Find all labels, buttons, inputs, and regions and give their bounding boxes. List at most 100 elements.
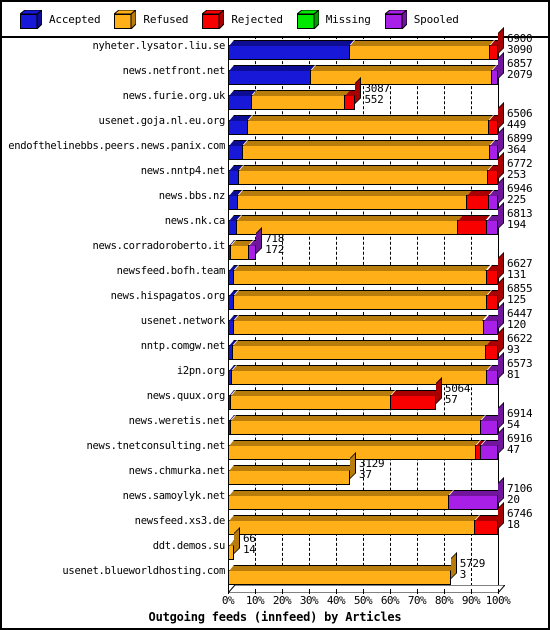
chart-row: nntp.comgw.net 6622 93: [2, 327, 548, 361]
legend-label: Missing: [325, 12, 371, 26]
stacked-bar: [228, 177, 504, 210]
bar-segment-top: [231, 390, 396, 396]
chart-row: news.nntp4.net 6772 253: [2, 152, 548, 186]
stacked-bar: [228, 127, 504, 160]
value-labels: 6900 3090: [507, 33, 533, 55]
bar-end-cap: [498, 177, 504, 204]
value-secondary: 2079: [507, 68, 533, 81]
bar-segment-top: [229, 565, 455, 571]
chart-row: news.furie.org.uk 3087 552: [2, 77, 548, 111]
chart-row: news.hispagatos.org 6855 125: [2, 277, 548, 311]
spooled-swatch-icon: [383, 8, 409, 30]
x-tick-mark: [255, 589, 256, 594]
value-labels: 66 14: [243, 533, 256, 555]
x-tick-mark: [471, 589, 472, 594]
chart-page: Accepted Refused Rejected Missing Spooled ny…: [0, 0, 550, 630]
chart-row: news.netfront.net 6857 2079: [2, 52, 548, 86]
category-label: nyheter.lysator.liu.se: [92, 40, 226, 52]
stacked-bar: [228, 477, 504, 510]
bar-segment-top: [234, 265, 491, 271]
bar-segment-top: [238, 165, 492, 171]
bar-segment-refused: [228, 465, 355, 485]
category-label: news.chmurka.net: [128, 465, 226, 477]
stacked-bar: [228, 327, 504, 360]
floor-polygon: [228, 585, 505, 593]
value-labels: 6447 120: [507, 308, 533, 331]
bar-segment-top: [233, 290, 492, 296]
bar-segment-top: [449, 490, 503, 496]
value-secondary: 449: [507, 118, 526, 131]
x-tick-label: 0%: [221, 594, 235, 607]
category-label: news.quux.org: [146, 390, 226, 402]
bar-segment-top: [232, 365, 491, 371]
bar-segment-rejected: [473, 515, 503, 535]
bar-segment-refused: [228, 565, 455, 585]
x-tick-label: 20%: [272, 594, 292, 607]
bar-end-cap: [498, 502, 504, 529]
value-secondary: 120: [507, 318, 526, 331]
category-label: news.nntp4.net: [140, 165, 226, 177]
x-tick-mark: [417, 589, 418, 594]
legend-label: Accepted: [49, 12, 101, 26]
bar-segment-top: [229, 40, 354, 46]
legend-label: Spooled: [413, 12, 459, 26]
category-label: news.bbs.nz: [158, 190, 226, 202]
bar-segment-refused: [242, 140, 495, 160]
bar-end-cap: [450, 552, 457, 579]
x-axis-ticks: 0% 10% 20% 30% 40% 50% 60% 70% 80% 90% 100%: [2, 589, 548, 610]
bar-segment-spooled: [485, 215, 503, 235]
bar-end-cap: [498, 52, 504, 79]
bar-rows: nyheter.lysator.liu.se 6900 3090 news.netfr…: [2, 27, 548, 586]
legend-item-missing: Missing: [295, 8, 371, 30]
bar-segment-spooled: [485, 365, 503, 385]
bar-segment-top: [247, 115, 494, 121]
bar-end-cap: [498, 102, 504, 129]
bar-end-cap: [435, 377, 442, 404]
chart-row: usenet.goja.nl.eu.org 6506 449: [2, 102, 548, 136]
bar-segment-rejected: [344, 90, 360, 110]
bar-segment-top: [310, 65, 497, 71]
bar-segment-refused: [233, 265, 491, 285]
category-label: endofthelinebbs.peers.news.panix.com: [8, 140, 225, 152]
x-tick-label: 100%: [485, 594, 511, 607]
bar-segment-top: [234, 315, 488, 321]
category-label: news.samoylyk.net: [122, 490, 226, 502]
chart-legend: Accepted Refused Rejected Missing Spooled: [2, 2, 548, 38]
bar-end-cap: [498, 352, 504, 379]
bar-segment-rejected: [390, 390, 440, 410]
bar-end-cap: [498, 252, 504, 279]
bar-segment-top: [231, 415, 486, 421]
bar-segment-rejected: [485, 265, 503, 285]
x-tick-mark: [282, 589, 283, 594]
bar-end-cap: [233, 527, 240, 554]
x-tick-mark: [309, 589, 310, 594]
bar-segment-rejected: [485, 340, 503, 360]
category-label: nntp.comgw.net: [140, 340, 226, 352]
bar-segment-top: [229, 490, 454, 496]
legend-item-spooled: Spooled: [383, 8, 459, 30]
stacked-bar: [228, 52, 504, 85]
legend-item-rejected: Rejected: [200, 8, 283, 30]
chart-row: newsfeed.bofh.team 6627 131: [2, 252, 548, 286]
stacked-bar: [228, 227, 263, 260]
value-secondary: 552: [364, 93, 384, 106]
bar-segment-refused: [250, 90, 350, 110]
bar-segment-accepted: [228, 115, 252, 135]
x-tick-mark: [336, 589, 337, 594]
value-secondary: 54: [507, 418, 520, 431]
stacked-bar: [228, 302, 504, 335]
bar-end-cap: [256, 227, 263, 254]
x-tick-mark: [498, 589, 499, 594]
stacked-bar: [228, 377, 442, 410]
value-labels: 718 172: [265, 233, 284, 255]
x-tick-label: 50%: [353, 594, 373, 607]
chart-row: news.corradoroberto.it 718 172: [2, 227, 548, 261]
value-secondary: 172: [265, 243, 285, 256]
bar-segment-refused: [233, 315, 488, 335]
bar-segment-spooled: [489, 140, 503, 160]
legend-label: Rejected: [231, 12, 283, 26]
bar-segment-top: [229, 515, 479, 521]
stacked-bar: [228, 402, 504, 435]
bar-end-cap: [498, 127, 504, 154]
chart-row: news.samoylyk.net 7106 20: [2, 477, 548, 511]
